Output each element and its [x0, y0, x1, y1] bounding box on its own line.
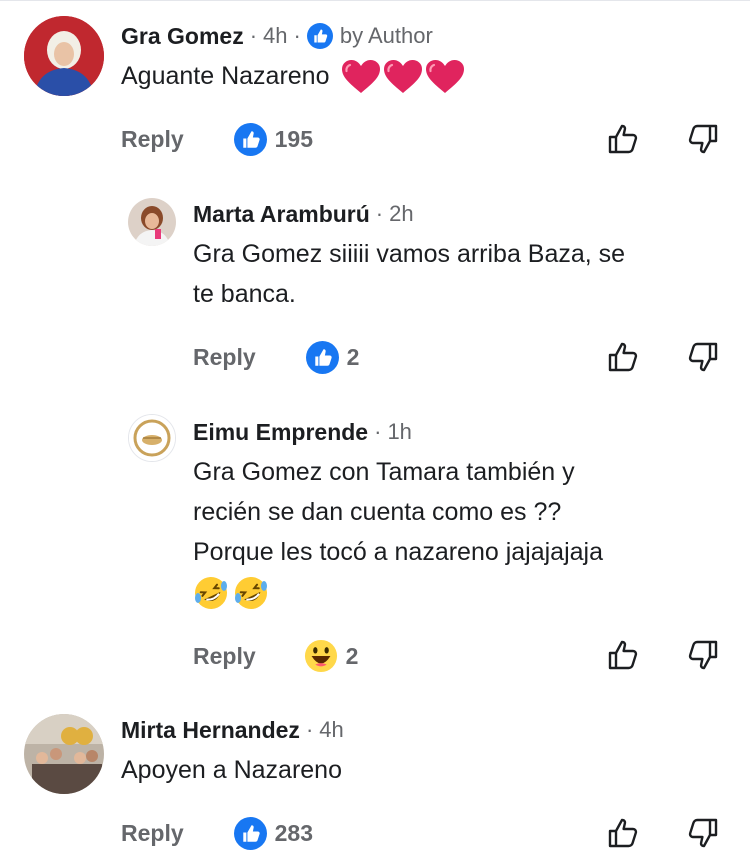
- reaction-summary[interactable]: 195: [234, 123, 313, 156]
- comment-actions: Reply 195: [121, 122, 313, 156]
- thumbs-up-icon[interactable]: [606, 638, 640, 672]
- thumbs-down-icon[interactable]: [686, 638, 720, 672]
- separator-dot: ·: [375, 201, 384, 226]
- reaction-summary[interactable]: 283: [234, 817, 313, 850]
- reaction-count: 2: [345, 642, 359, 669]
- avatar[interactable]: [128, 414, 176, 462]
- rolling-laughing-icon: [193, 575, 229, 611]
- comment-time[interactable]: 4h: [263, 23, 287, 49]
- commenter-name[interactable]: Gra Gomez: [121, 23, 244, 50]
- reaction-count: 283: [274, 819, 314, 846]
- comment-time[interactable]: 2h: [389, 201, 413, 227]
- thumbs-down-icon[interactable]: [686, 122, 720, 156]
- reaction-summary[interactable]: 2: [304, 639, 359, 673]
- like-icon: [234, 817, 267, 850]
- commenter-name[interactable]: Mirta Hernandez: [121, 717, 300, 744]
- thumbs-down-icon[interactable]: [686, 340, 720, 374]
- comment-text: Gra Gomez siiiii vamos arriba Baza, se t…: [193, 234, 625, 314]
- emoji-group: [193, 573, 269, 613]
- avatar[interactable]: [24, 16, 104, 96]
- reply-button[interactable]: Reply: [121, 820, 184, 847]
- commenter-name[interactable]: Marta Aramburú: [193, 201, 370, 228]
- avatar[interactable]: [24, 714, 104, 794]
- author-badge-label: by Author: [339, 23, 433, 48]
- separator-dot: ·: [249, 23, 258, 48]
- comment-actions: Reply 2: [193, 638, 358, 674]
- reaction-count: 195: [274, 125, 314, 152]
- comment-text-line: Porque les tocó a nazareno jajajajaja: [193, 538, 603, 566]
- comment-text-line: Gra Gomez con Tamara también y: [193, 458, 575, 486]
- like-icon: [306, 341, 339, 374]
- reaction-summary[interactable]: 2: [306, 341, 360, 374]
- separator-dot: ·: [374, 419, 382, 444]
- comment-time[interactable]: 1h: [387, 419, 411, 445]
- reply-button[interactable]: Reply: [193, 643, 256, 670]
- avatar-photo: [128, 198, 176, 246]
- comment-actions: Reply 283: [121, 816, 313, 850]
- thumbs-up-icon[interactable]: [606, 816, 640, 850]
- comment-text-content: Aguante Nazareno: [121, 62, 330, 90]
- comment-header: Mirta Hernandez · 4h: [121, 714, 344, 746]
- avatar-photo: [24, 16, 104, 96]
- comment-text-line: te banca.: [193, 280, 296, 308]
- thumbs-up-icon[interactable]: [606, 340, 640, 374]
- reply-button[interactable]: Reply: [121, 126, 184, 153]
- separator-dot: ·: [293, 23, 301, 48]
- comment-text-line: recién se dan cuenta como es ??: [193, 498, 562, 526]
- thumbs-down-icon[interactable]: [686, 816, 720, 850]
- comment-header: Eimu Emprende · 1h: [193, 416, 412, 448]
- comment-text-line: Gra Gomez siiiii vamos arriba Baza, se: [193, 240, 626, 268]
- avatar[interactable]: [128, 198, 176, 246]
- comment-header: Marta Aramburú · 2h: [193, 198, 414, 230]
- like-icon: [234, 123, 267, 156]
- red-heart-icon: [383, 59, 423, 95]
- red-heart-icon: [425, 59, 465, 95]
- top-divider: [0, 0, 750, 1]
- comment-actions: Reply 2: [193, 340, 359, 374]
- separator-dot: ·: [305, 717, 314, 742]
- rolling-laughing-icon: [233, 575, 269, 611]
- red-heart-icon: [341, 59, 381, 95]
- like-icon: [307, 23, 333, 49]
- reply-button[interactable]: Reply: [193, 344, 256, 371]
- comment-text: Gra Gomez con Tamara también y recién se…: [193, 452, 603, 613]
- thumbs-up-icon[interactable]: [606, 122, 640, 156]
- avatar-photo: [129, 415, 175, 461]
- emoji-group: [341, 59, 465, 95]
- comment-text: Aguante Nazareno: [121, 56, 465, 96]
- commenter-name[interactable]: Eimu Emprende: [193, 419, 368, 446]
- haha-icon: [304, 639, 338, 673]
- avatar-photo: [24, 714, 104, 794]
- comment-time[interactable]: 4h: [319, 717, 343, 743]
- comment-text: Apoyen a Nazareno: [121, 750, 342, 790]
- author-badge: by Author: [307, 23, 433, 49]
- reaction-count: 2: [346, 343, 360, 370]
- comment-text-content: Apoyen a Nazareno: [121, 756, 342, 784]
- comment-header: Gra Gomez · 4h · by Author: [121, 20, 433, 52]
